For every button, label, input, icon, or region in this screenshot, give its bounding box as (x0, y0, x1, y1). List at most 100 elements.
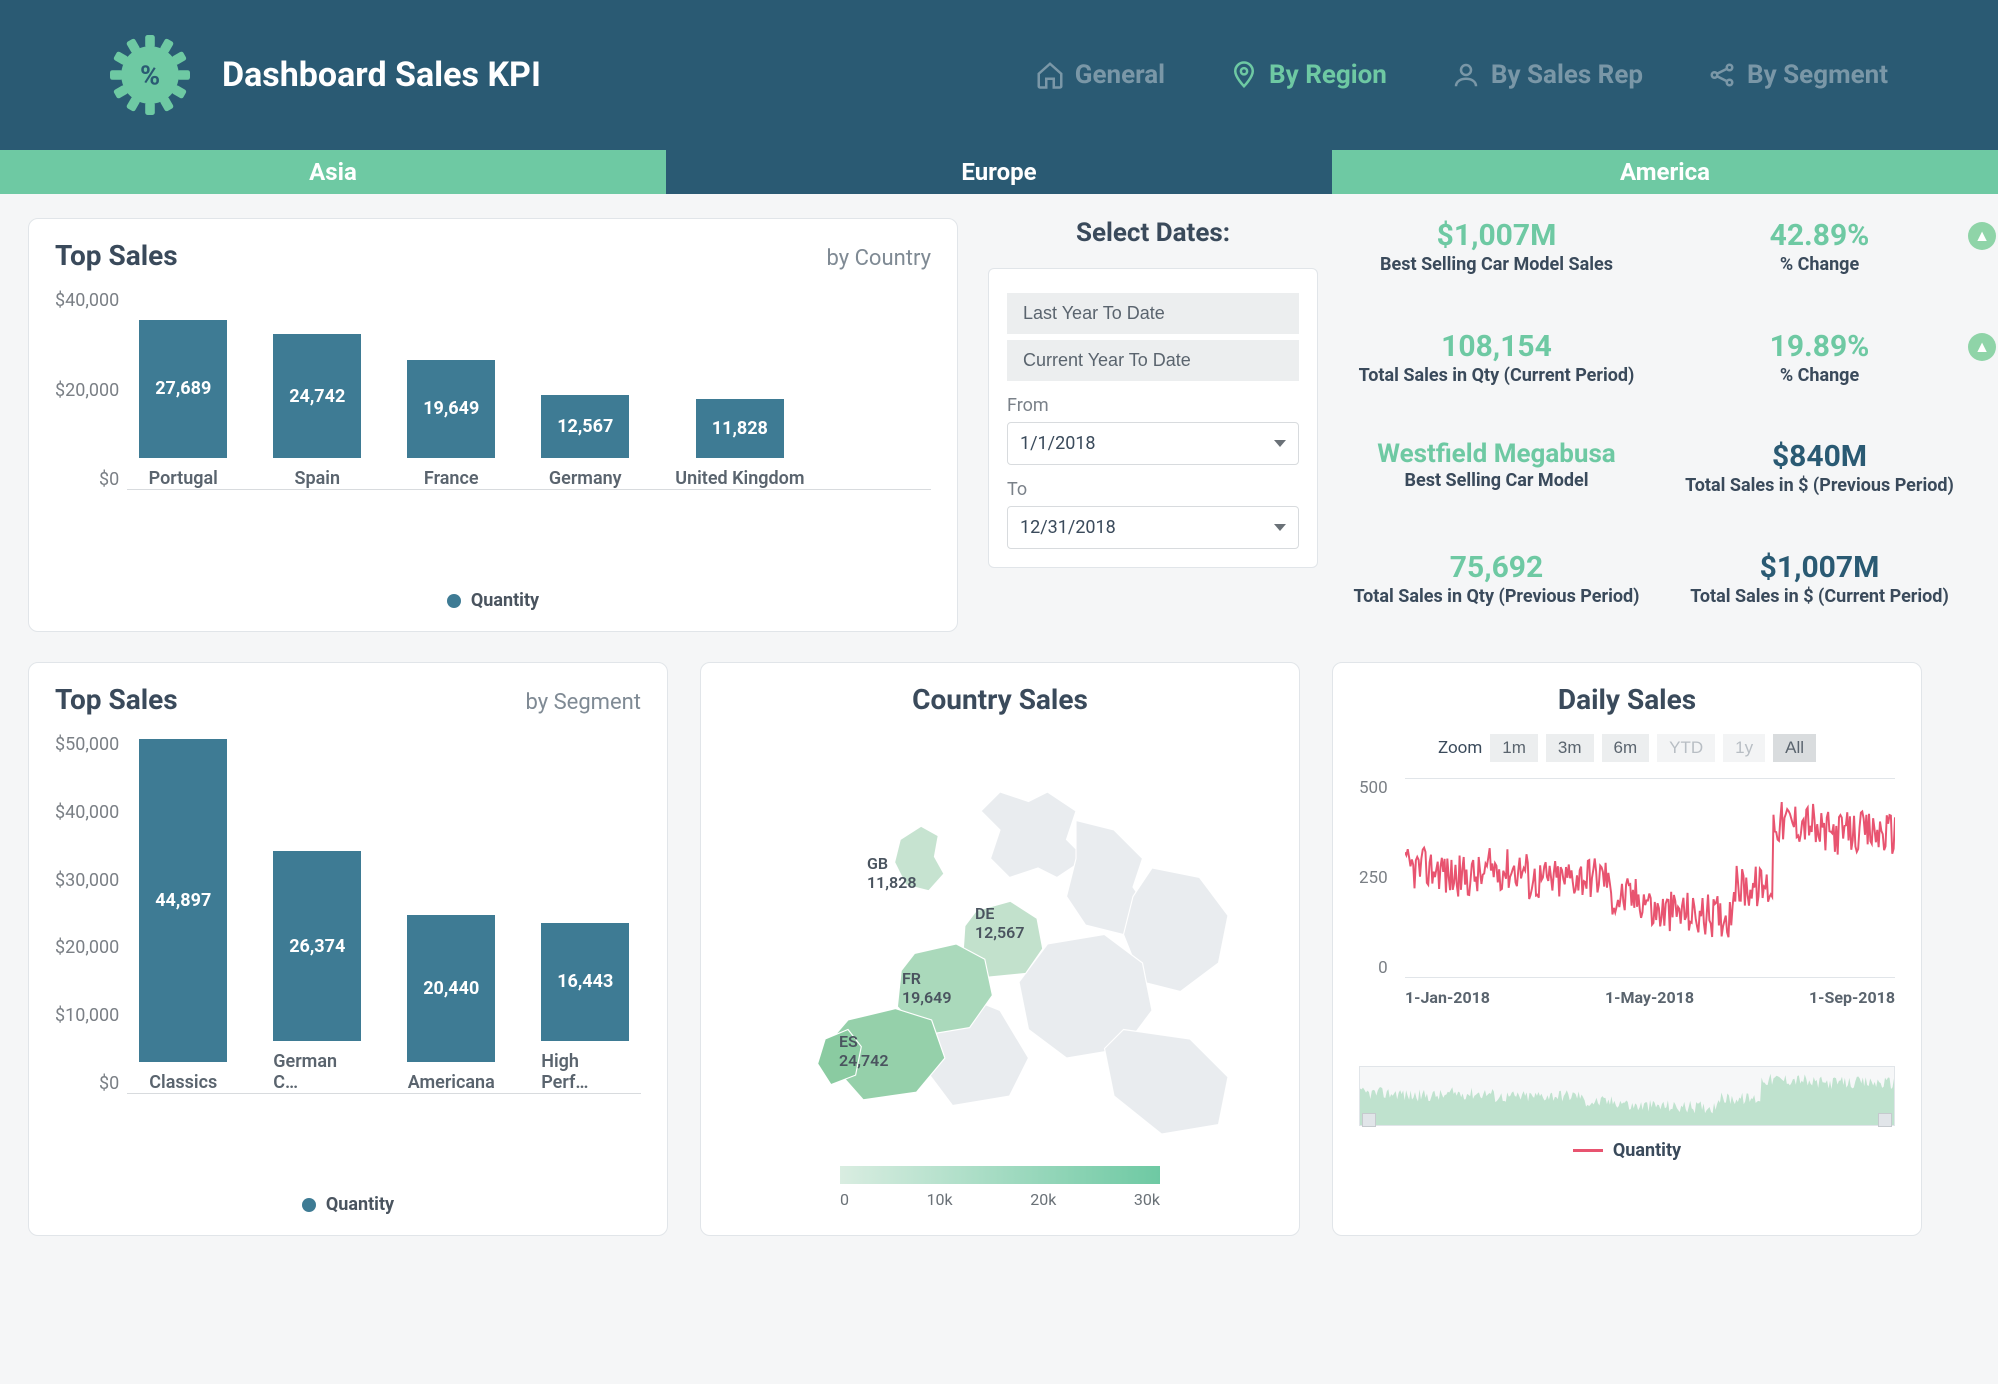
card-title: Top Sales (55, 683, 178, 716)
nav-label: By Sales Rep (1491, 60, 1643, 90)
y-tick: $20,000 (55, 937, 119, 958)
nav-tab-general[interactable]: General (1035, 60, 1165, 90)
top-country-chart[interactable]: $40,000$20,000$027,689Portugal24,742Spai… (55, 290, 931, 550)
bar[interactable]: 12,567 (541, 395, 629, 458)
card-subtitle: by Country (827, 246, 932, 271)
zoom-ytd-button[interactable]: YTD (1657, 734, 1715, 762)
bar-col: 27,689Portugal (139, 320, 227, 489)
arrow-up-icon: ▲ (1968, 222, 1996, 250)
bar-col: 12,567 Germany (541, 395, 629, 489)
bar-label: Germany (549, 468, 622, 489)
legend: Quantity (1359, 1140, 1895, 1161)
scale-tick: 0 (840, 1190, 849, 1209)
bar-label: German C… (273, 1051, 361, 1093)
kpi-label: Total Sales in Qty (Current Period) (1348, 364, 1645, 388)
zoom-label: Zoom (1438, 738, 1482, 758)
range-navigator[interactable] (1359, 1066, 1895, 1126)
europe-map-icon (750, 754, 1250, 1134)
bar-label: Classics (149, 1072, 217, 1093)
region-tab-europe[interactable]: Europe (666, 150, 1332, 194)
top-segment-chart[interactable]: $50,000 $40,000 $30,000 $20,000 $10,000 $0 44,… (55, 734, 641, 1154)
to-label: To (1007, 479, 1299, 500)
scale-tick: 20k (1030, 1190, 1056, 1209)
bar[interactable]: 24,742 (273, 334, 361, 458)
kpi-value: 75,692 (1348, 550, 1645, 585)
legend: Quantity (55, 1194, 641, 1215)
share-icon (1707, 60, 1737, 90)
kpi-label: Total Sales in $ (Current Period) (1671, 585, 1968, 609)
from-value: 1/1/2018 (1020, 433, 1096, 454)
to-date-select[interactable]: 12/31/2018 (1007, 506, 1299, 549)
zoom-all-button[interactable]: All (1773, 734, 1816, 762)
color-scale (840, 1166, 1160, 1184)
zoom-1y-button[interactable]: 1y (1723, 734, 1765, 762)
bar[interactable]: 16,443 (541, 923, 629, 1041)
bar[interactable]: 26,374 (273, 851, 361, 1041)
current-year-button[interactable]: Current Year To Date (1007, 340, 1299, 381)
legend-label: Quantity (1613, 1140, 1681, 1161)
scale-tick: 10k (927, 1190, 953, 1209)
nav-tab-segment[interactable]: By Segment (1707, 60, 1888, 90)
kpi-value: Westfield Megabusa (1348, 439, 1645, 469)
legend-line-icon (1573, 1149, 1603, 1152)
user-icon (1451, 60, 1481, 90)
x-tick: 1-May-2018 (1605, 988, 1694, 1007)
map-label-gb: GB 11,828 (867, 854, 916, 892)
line-chart-icon (1405, 779, 1895, 977)
region-tab-america[interactable]: America (1332, 150, 1998, 194)
kpi-curr-dollar: $1,007M Total Sales in $ (Current Period… (1671, 550, 1968, 633)
nav-label: By Region (1269, 60, 1387, 90)
kpi-label: Best Selling Car Model (1348, 469, 1645, 493)
y-tick: 0 (1378, 958, 1388, 978)
chevron-down-icon (1274, 440, 1286, 447)
legend-label: Quantity (471, 590, 539, 611)
bar-label: Americana (408, 1072, 495, 1093)
from-date-select[interactable]: 1/1/2018 (1007, 422, 1299, 465)
bar-col: 26,374 German C… (273, 851, 361, 1093)
y-tick: $50,000 (55, 734, 119, 755)
scale-labels: 0 10k 20k 30k (840, 1190, 1160, 1209)
bar-col: 20,440 Americana (407, 915, 495, 1093)
last-year-button[interactable]: Last Year To Date (1007, 293, 1299, 334)
nav-tab-region[interactable]: By Region (1229, 60, 1387, 90)
region-tab-asia[interactable]: Asia (0, 150, 666, 194)
kpi-prev-dollar: $840M Total Sales in $ (Previous Period) (1671, 439, 1968, 522)
bar[interactable]: 20,440 (407, 915, 495, 1062)
kpi-best-model: Westfield Megabusa Best Selling Car Mode… (1348, 439, 1645, 522)
nav-tabs: General By Region By Sales Rep By Segmen… (1035, 60, 1888, 90)
y-tick: $10,000 (55, 1005, 119, 1026)
zoom-1m-button[interactable]: 1m (1490, 734, 1538, 762)
svg-text:%: % (140, 60, 160, 92)
bar-col: 11,828United Kingdom (675, 399, 804, 489)
zoom-6m-button[interactable]: 6m (1602, 734, 1650, 762)
card-subtitle: by Segment (526, 690, 642, 715)
nav-label: General (1075, 60, 1165, 90)
arrow-up-icon: ▲ (1968, 333, 1996, 361)
y-tick: $40,000 (55, 802, 119, 823)
range-handle-right[interactable] (1878, 1113, 1892, 1127)
bar-col: 19,649 France (407, 360, 495, 489)
y-tick: 500 (1359, 778, 1388, 798)
range-handle-left[interactable] (1362, 1113, 1376, 1127)
y-tick: 250 (1359, 868, 1388, 888)
x-tick: 1-Jan-2018 (1405, 988, 1490, 1007)
top-sales-country-card: Top Sales by Country $40,000$20,000$027,… (28, 218, 958, 632)
y-tick: $0 (99, 1073, 119, 1094)
country-sales-map[interactable]: GB 11,828 DE 12,567 FR 19,649 ES 24,742 (727, 734, 1273, 1154)
bar-label: France (424, 468, 479, 489)
home-icon (1035, 60, 1065, 90)
bar[interactable]: 19,649 (407, 360, 495, 458)
bar-col: 16,443High Perf… (541, 923, 629, 1093)
bar[interactable]: 11,828 (696, 399, 784, 458)
bar[interactable]: 44,897 (139, 739, 227, 1062)
legend-label: Quantity (326, 1194, 394, 1215)
zoom-3m-button[interactable]: 3m (1546, 734, 1594, 762)
dates-panel: Select Dates: Last Year To Date Current … (988, 218, 1318, 632)
kpi-label: Total Sales in $ (Previous Period) (1671, 474, 1968, 498)
y-tick: $30,000 (55, 870, 119, 891)
legend-dot-icon (302, 1198, 316, 1212)
bar[interactable]: 27,689 (139, 320, 227, 458)
nav-tab-salesrep[interactable]: By Sales Rep (1451, 60, 1643, 90)
daily-sales-chart[interactable]: 500 250 0 1-Jan-2018 1-May-2018 1-Sep-20… (1359, 778, 1895, 1018)
bar-label: Spain (294, 468, 340, 489)
